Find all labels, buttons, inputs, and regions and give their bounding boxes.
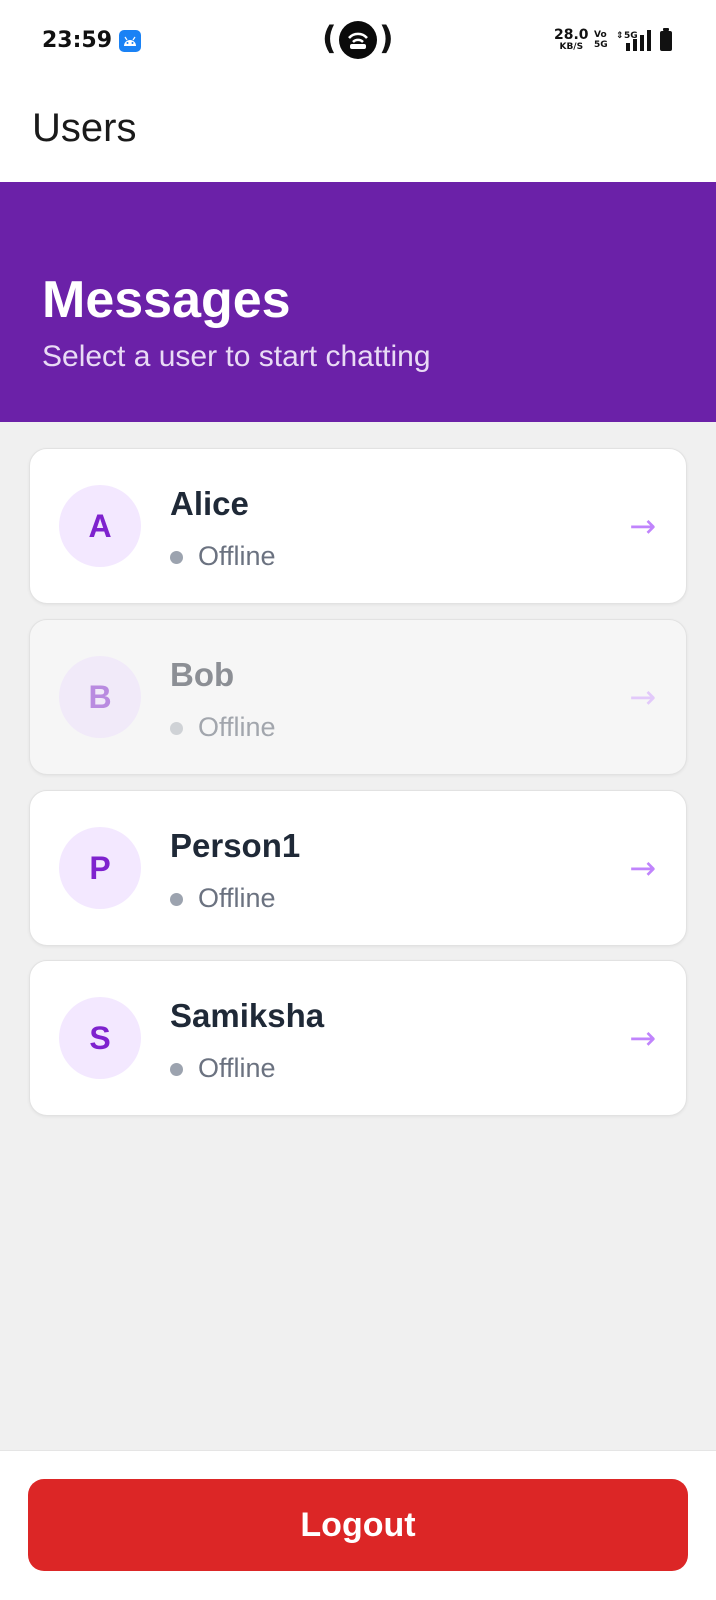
- user-card-bob[interactable]: B Bob Offline →: [29, 619, 687, 775]
- header-subtitle: Select a user to start chatting: [42, 340, 431, 373]
- status-bar: 23:59 ( ) 28.0 KB/S Vo 5G ⇕ 5G: [0, 0, 716, 80]
- logout-button[interactable]: Logout: [28, 1479, 688, 1571]
- user-name: Person1: [170, 827, 301, 864]
- volte-top: Vo: [594, 30, 607, 40]
- status-time: 23:59: [42, 28, 113, 53]
- user-name: Alice: [170, 485, 249, 522]
- arrow-right-icon: →: [629, 507, 656, 545]
- arrow-right-icon: →: [629, 1019, 656, 1057]
- arrow-right-icon: →: [629, 849, 656, 887]
- user-status: Offline: [198, 1053, 276, 1083]
- user-name: Samiksha: [170, 997, 325, 1034]
- messages-header: Messages Select a user to start chatting: [0, 182, 716, 422]
- status-dot-icon: [170, 1063, 183, 1076]
- user-status: Offline: [198, 883, 276, 913]
- hotspot-icon: ( ): [322, 19, 394, 59]
- volte-indicator: Vo 5G: [594, 30, 608, 50]
- app-bar: Users: [0, 80, 716, 182]
- page-title: Users: [32, 106, 137, 150]
- signal-icon: ⇕ 5G: [616, 29, 658, 58]
- arrow-right-icon: →: [629, 678, 656, 716]
- footer: Logout: [0, 1450, 716, 1600]
- android-notification-icon: [119, 30, 141, 52]
- header-title: Messages: [42, 271, 291, 329]
- status-dot-icon: [170, 551, 183, 564]
- avatar: S: [59, 997, 141, 1079]
- avatar: A: [59, 485, 141, 567]
- network-speed-unit: KB/S: [559, 42, 584, 52]
- user-status: Offline: [198, 541, 276, 571]
- svg-text:⇕: ⇕: [616, 31, 624, 41]
- user-name: Bob: [170, 656, 235, 693]
- user-card-samiksha[interactable]: S Samiksha Offline →: [29, 960, 687, 1116]
- user-card-alice[interactable]: A Alice Offline →: [29, 448, 687, 604]
- avatar: B: [59, 656, 141, 738]
- battery-icon: [660, 28, 672, 51]
- status-dot-icon: [170, 722, 183, 735]
- network-speed-value: 28.0: [554, 27, 589, 43]
- user-status: Offline: [198, 712, 276, 742]
- volte-bottom: 5G: [594, 40, 608, 50]
- status-dot-icon: [170, 893, 183, 906]
- network-speed: 28.0 KB/S: [554, 27, 589, 52]
- avatar: P: [59, 827, 141, 909]
- user-card-person1[interactable]: P Person1 Offline →: [29, 790, 687, 946]
